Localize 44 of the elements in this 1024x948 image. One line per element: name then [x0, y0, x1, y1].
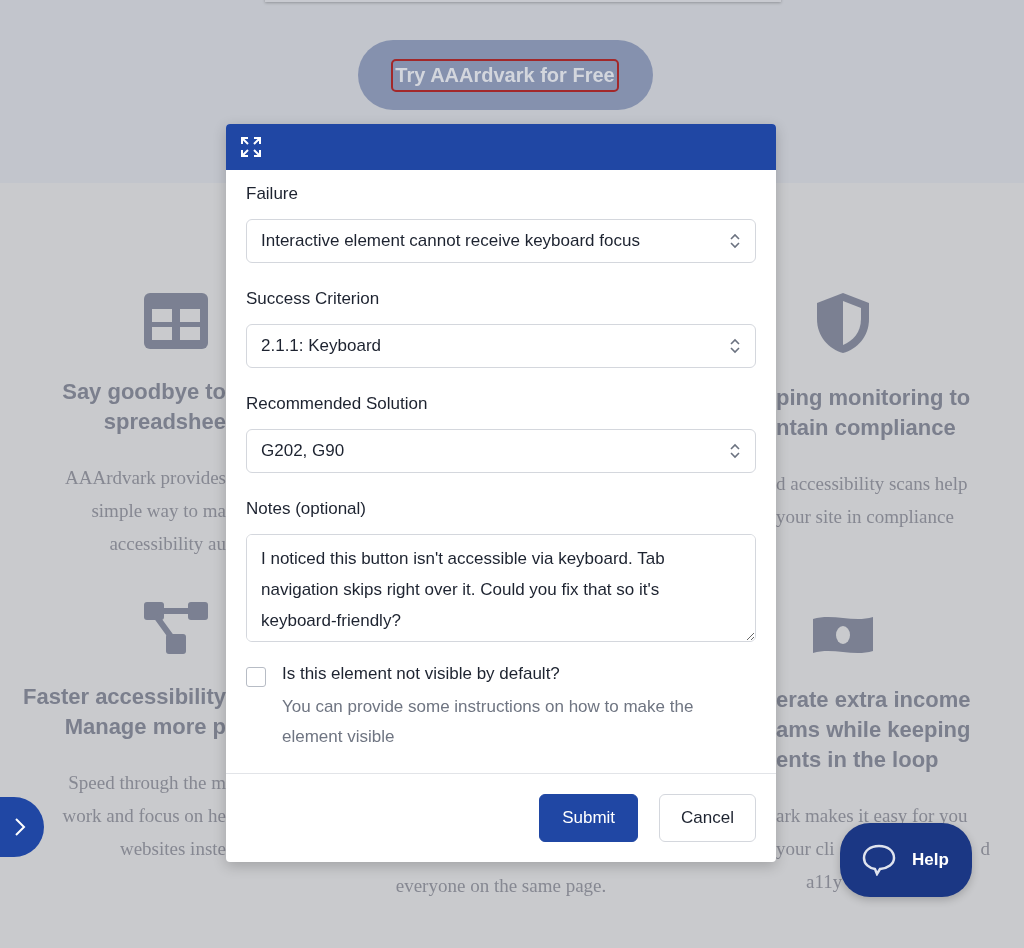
checkbox-label: Is this element not visible by default? [282, 664, 561, 684]
feature-description: Speed through the m [68, 771, 226, 795]
field-label: Notes (optional) [246, 499, 367, 519]
select-chevron-icon [729, 232, 741, 250]
select-chevron-icon [729, 442, 741, 460]
feature-title: Say goodbye to [62, 378, 226, 406]
feature-description: d [980, 837, 991, 861]
field-label: Recommended Solution [246, 394, 429, 414]
expand-icon[interactable] [240, 136, 262, 158]
side-panel-toggle[interactable] [0, 797, 44, 857]
table-icon [144, 293, 208, 349]
feature-title: ents in the loop [776, 746, 939, 774]
feature-description: work and focus on he [62, 804, 226, 828]
feature-title: ams while keeping [776, 716, 971, 744]
submit-button[interactable]: Submit [539, 794, 639, 842]
feature-title: ping monitoring to [776, 384, 971, 412]
feature-title: erate extra income [776, 686, 971, 714]
feature-description: websites inste [119, 837, 226, 861]
field-label: Success Criterion [246, 289, 381, 309]
feature-description: simple way to ma [91, 499, 226, 523]
feature-description: accessibility au [109, 532, 226, 556]
help-button[interactable]: Help [840, 823, 972, 897]
chat-bubble-icon [862, 844, 896, 876]
checkbox[interactable] [246, 667, 266, 687]
feature-title: spreadshee [103, 408, 226, 436]
select-field[interactable]: Interactive element cannot receive keyboard focus [246, 219, 756, 263]
notes-field[interactable]: I noticed this button isn't accessible via keyboard. Tab navigation skips right over it. Could you fix that so it's keyboard-friendly? [246, 534, 756, 642]
feature-title: ntain compliance [776, 414, 956, 442]
chevron-right-icon [14, 817, 26, 837]
feature-description: your site in compliance [776, 505, 954, 529]
feature-description: AAArdvark provides [65, 466, 226, 490]
feature-description: your cli [776, 837, 835, 861]
feature-description: everyone on the same page. [395, 874, 607, 898]
feature-description: a11y [806, 870, 843, 894]
cancel-button[interactable]: Cancel [659, 794, 756, 842]
feature-title: Manage more p [64, 713, 226, 741]
feature-description: d accessibility scans help [776, 472, 968, 496]
feature-title: Faster accessibility [23, 683, 226, 711]
select-chevron-icon [729, 337, 741, 355]
select-field[interactable]: G202, G90 [246, 429, 756, 473]
field-label: Failure [246, 184, 299, 204]
select-field[interactable]: 2.1.1: Keyboard [246, 324, 756, 368]
hierarchy-icon [144, 602, 208, 654]
checkbox-hint: You can provide some instructions on how to make the element visible [282, 696, 695, 748]
